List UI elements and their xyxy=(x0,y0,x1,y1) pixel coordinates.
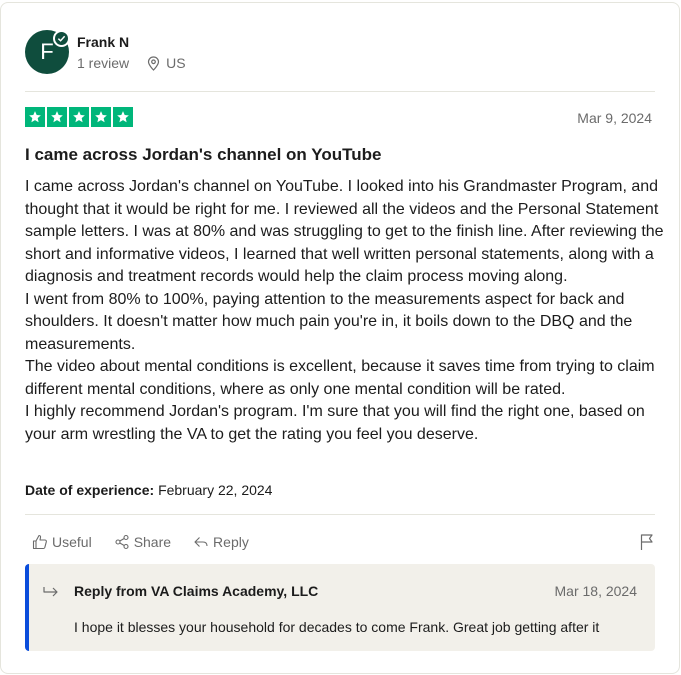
review-paragraph: I went from 80% to 100%, paying attentio… xyxy=(25,290,633,353)
reply-date: Mar 18, 2024 xyxy=(554,583,638,599)
review-paragraph: I highly recommend Jordan's program. I'm… xyxy=(25,403,645,443)
share-label: Share xyxy=(133,534,172,550)
actions-divider xyxy=(25,514,655,515)
reply-arrow-icon xyxy=(194,537,208,547)
share-button[interactable]: Share xyxy=(114,534,171,550)
star-icon xyxy=(91,107,111,127)
avatar-initial: F xyxy=(40,39,54,64)
reviewer-meta: 1 review US xyxy=(77,55,186,71)
star-rating xyxy=(25,107,133,127)
star-icon xyxy=(113,107,133,127)
location-pin-icon xyxy=(148,55,160,71)
experience-label: Date of experience: xyxy=(25,482,155,498)
review-card: F Frank N 1 review US Mar 9, 2024 I came… xyxy=(0,2,680,674)
verified-badge-icon xyxy=(53,30,70,47)
report-flag-icon[interactable] xyxy=(639,533,655,556)
share-icon xyxy=(115,534,129,550)
reply-text: I hope it blesses your household for dec… xyxy=(74,619,600,635)
reply-title: Reply from VA Claims Academy, LLC xyxy=(74,583,319,599)
header-divider xyxy=(25,91,655,92)
star-icon xyxy=(47,107,67,127)
date-of-experience: Date of experience: February 22, 2024 xyxy=(25,482,272,498)
review-count: 1 review xyxy=(77,55,130,71)
review-title[interactable]: I came across Jordan's channel on YouTub… xyxy=(25,145,381,165)
review-paragraph: I came across Jordan's channel on YouTub… xyxy=(25,178,664,285)
star-icon xyxy=(69,107,89,127)
reply-label: Reply xyxy=(213,534,249,550)
review-date: Mar 9, 2024 xyxy=(577,110,652,126)
location-text: US xyxy=(166,55,186,71)
experience-date: February 22, 2024 xyxy=(158,482,273,498)
reply-button[interactable]: Reply xyxy=(193,534,249,550)
reviewer-name[interactable]: Frank N xyxy=(77,34,129,50)
thumbs-up-icon xyxy=(32,534,47,550)
reply-indicator-icon xyxy=(43,584,61,605)
review-body: I came across Jordan's channel on YouTub… xyxy=(25,176,665,446)
star-icon xyxy=(25,107,45,127)
useful-label: Useful xyxy=(52,534,92,550)
review-actions: Useful Share Reply xyxy=(32,534,249,550)
review-paragraph: The video about mental conditions is exc… xyxy=(25,358,655,398)
company-reply: Reply from VA Claims Academy, LLC Mar 18… xyxy=(25,564,655,651)
useful-button[interactable]: Useful xyxy=(32,534,92,550)
reviewer-location: US xyxy=(147,55,186,71)
